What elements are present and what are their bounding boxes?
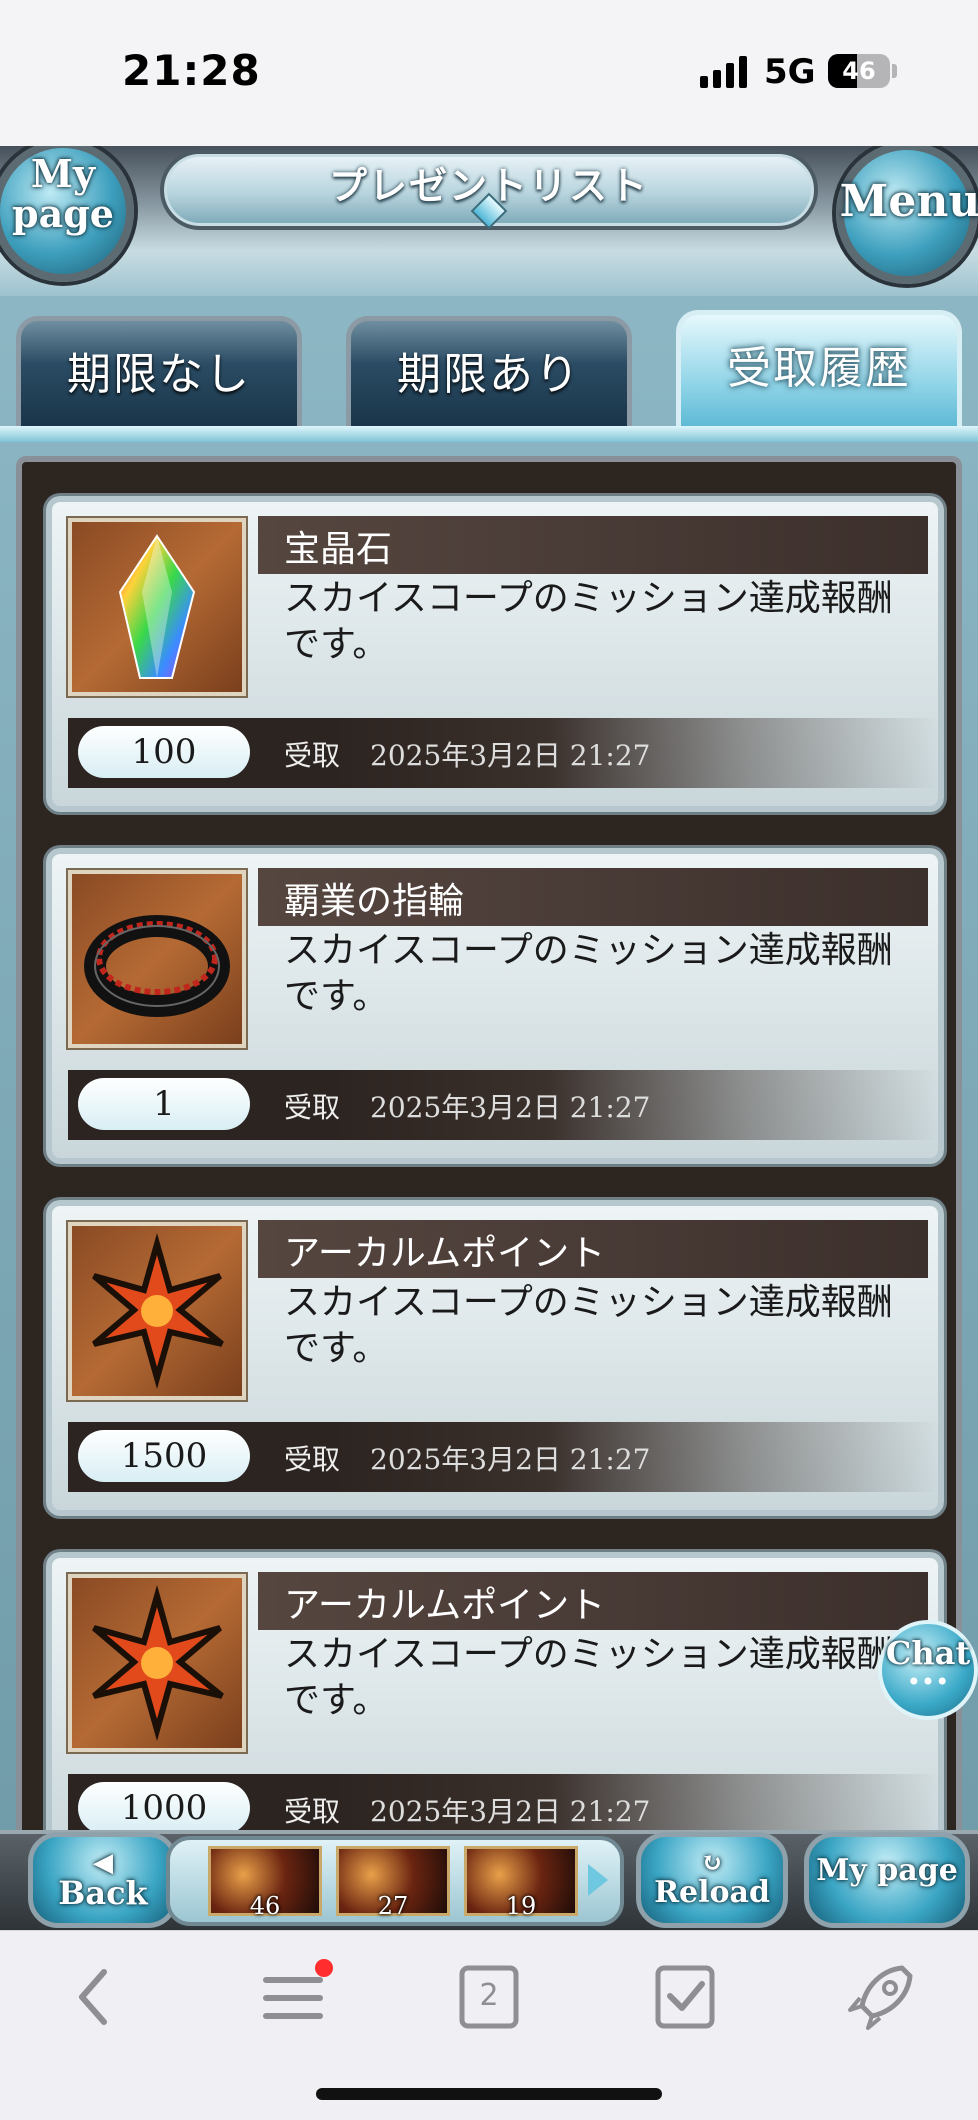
- signal-icon: [700, 54, 752, 88]
- quick-slot-count: 46: [249, 1892, 281, 1920]
- arcarum-point-icon: [68, 1574, 246, 1752]
- battery-icon: 46: [828, 54, 890, 88]
- tab-received-history[interactable]: 受取履歴: [676, 310, 962, 432]
- item-name: アーカルムポイント: [284, 1233, 606, 1274]
- tab-with-expiry[interactable]: 期限あり: [346, 316, 632, 428]
- menu-button-label: Menu: [839, 176, 978, 227]
- received-date: 2025年3月2日 21:27: [370, 739, 651, 772]
- tab-no-expiry[interactable]: 期限なし: [16, 316, 302, 428]
- rocket-icon[interactable]: [836, 1952, 926, 2042]
- status-time: 21:28: [122, 46, 261, 95]
- reload-button-label: ↻ Reload: [636, 1850, 788, 1910]
- received-label: 受取: [284, 1795, 341, 1828]
- received-date: 2025年3月2日 21:27: [370, 1443, 651, 1476]
- back-label-text: Back: [58, 1874, 148, 1912]
- network-type: 5G: [764, 52, 816, 92]
- reload-icon: ↻: [701, 1848, 723, 1878]
- quick-slot-count: 19: [505, 1892, 537, 1920]
- item-description: スカイスコープのミッション達成報酬です。: [284, 1282, 893, 1369]
- home-indicator: [316, 2088, 662, 2100]
- back-arrow-icon: ◀: [93, 1848, 113, 1878]
- mypage-button-label: My page: [12, 151, 114, 236]
- tab-count: 2: [479, 1978, 499, 2013]
- mypage-bottom-label: My page: [816, 1853, 958, 1888]
- item-description: スカイスコープのミッション達成報酬です。: [284, 578, 893, 665]
- present-item: 覇業の指輪 スカイスコープのミッション達成報酬です。 1 受取 2025年3月2…: [46, 848, 944, 1164]
- item-quantity: 1500: [78, 1430, 250, 1482]
- reload-label-text: Reload: [654, 1875, 770, 1910]
- ring-icon: [68, 870, 246, 1048]
- item-quantity: 1000: [78, 1782, 250, 1834]
- item-description: スカイスコープのミッション達成報酬です。: [284, 1634, 893, 1721]
- received-label: 受取: [284, 1443, 341, 1476]
- item-name: 覇業の指輪: [284, 881, 465, 922]
- present-list[interactable]: 宝晶石 スカイスコープのミッション達成報酬です。 100 受取 2025年3月2…: [16, 456, 962, 1930]
- tab-bar-underline: [0, 426, 978, 442]
- item-quantity: 1: [78, 1078, 250, 1130]
- battery-cap: [892, 64, 897, 78]
- received-date: 2025年3月2日 21:27: [370, 1091, 651, 1124]
- quick-slot-count: 27: [377, 1892, 409, 1920]
- tray-next-arrow-icon[interactable]: [588, 1864, 608, 1896]
- item-description: スカイスコープのミッション達成報酬です。: [284, 930, 893, 1017]
- present-item: 宝晶石 スカイスコープのミッション達成報酬です。 100 受取 2025年3月2…: [46, 496, 944, 812]
- received-date: 2025年3月2日 21:27: [370, 1795, 651, 1828]
- chat-button-label: Chat: [885, 1634, 971, 1672]
- back-arrow-icon[interactable]: [52, 1952, 142, 2042]
- crystal-icon: [68, 518, 246, 696]
- back-button-label: ◀ Back: [28, 1850, 178, 1910]
- item-name: アーカルムポイント: [284, 1585, 606, 1626]
- checkbox-icon[interactable]: [640, 1952, 730, 2042]
- game-viewport: プレゼントリスト My page Menu 期限なし 期限あり 受取履歴 宝晶石…: [0, 146, 978, 1930]
- arcarum-point-icon: [68, 1222, 246, 1400]
- item-name: 宝晶石: [284, 529, 393, 570]
- battery-percent: 46: [842, 57, 876, 85]
- chat-dots-icon: •••: [906, 1668, 950, 1696]
- received-label: 受取: [284, 1091, 341, 1124]
- menu-icon[interactable]: [248, 1952, 338, 2042]
- present-item: アーカルムポイント スカイスコープのミッション達成報酬です。 1500 受取 2…: [46, 1200, 944, 1516]
- item-quantity: 100: [78, 726, 250, 778]
- present-item: アーカルムポイント スカイスコープのミッション達成報酬です。 1000 受取 2…: [46, 1552, 944, 1868]
- received-label: 受取: [284, 739, 341, 772]
